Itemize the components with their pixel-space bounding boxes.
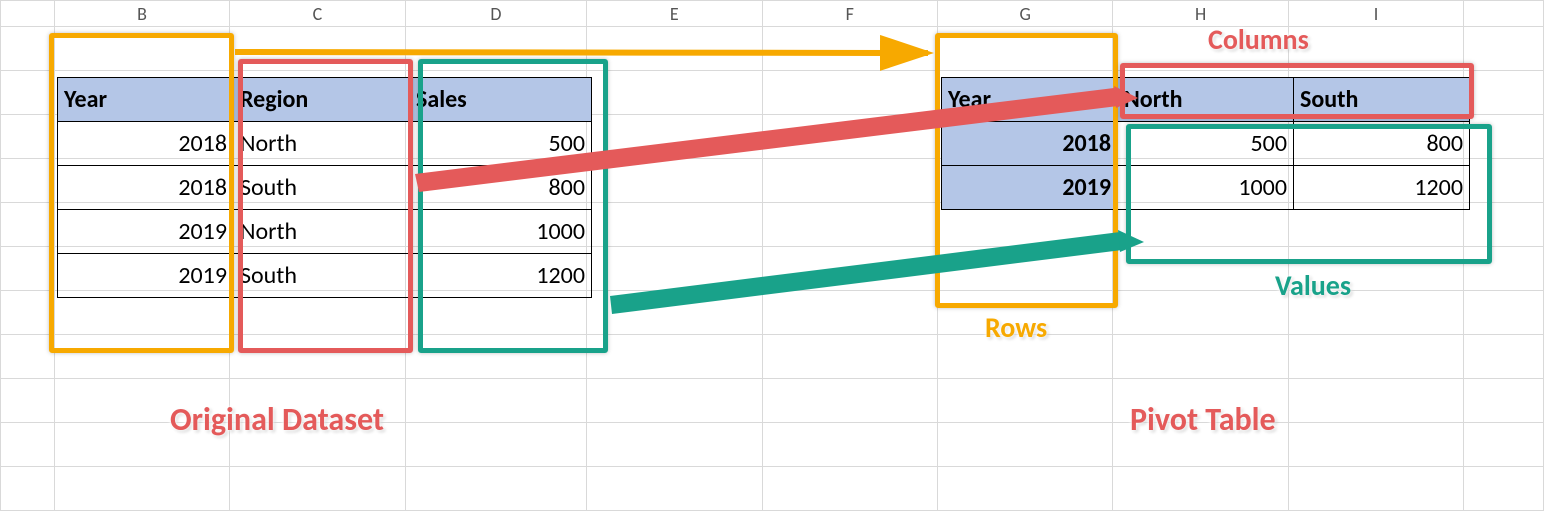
col-header[interactable]: B — [54, 1, 229, 27]
cell[interactable]: 2018 — [58, 122, 234, 166]
col-header[interactable]: F — [762, 1, 937, 27]
cell[interactable]: North — [234, 210, 410, 254]
pivot-col-header[interactable]: North — [1118, 78, 1294, 122]
pivot-row-label[interactable]: Year — [942, 78, 1118, 122]
cell[interactable]: South — [234, 166, 410, 210]
pivot-cell[interactable]: 800 — [1294, 122, 1470, 166]
pivot-row-header[interactable]: 2019 — [942, 166, 1118, 210]
col-header[interactable]: I — [1288, 1, 1463, 27]
cell[interactable]: 2019 — [58, 254, 234, 298]
source-header-sales[interactable]: Sales — [410, 78, 592, 122]
col-header[interactable]: G — [937, 1, 1112, 27]
col-header[interactable]: H — [1113, 1, 1288, 27]
pivot-col-header[interactable]: South — [1294, 78, 1470, 122]
pivot-row-header[interactable]: 2018 — [942, 122, 1118, 166]
cell[interactable]: 1200 — [410, 254, 592, 298]
pivot-table: Year North South 2018 500 800 2019 1000 … — [941, 77, 1470, 210]
cell[interactable]: South — [234, 254, 410, 298]
pivot-cell[interactable]: 1000 — [1118, 166, 1294, 210]
col-header[interactable]: E — [587, 1, 762, 27]
cell[interactable]: 2019 — [58, 210, 234, 254]
source-header-region[interactable]: Region — [234, 78, 410, 122]
cell[interactable]: North — [234, 122, 410, 166]
source-header-year[interactable]: Year — [58, 78, 234, 122]
cell[interactable]: 800 — [410, 166, 592, 210]
pivot-cell[interactable]: 1200 — [1294, 166, 1470, 210]
pivot-cell[interactable]: 500 — [1118, 122, 1294, 166]
cell[interactable]: 2018 — [58, 166, 234, 210]
source-dataset-table: Year Region Sales 2018 North 500 2018 So… — [57, 77, 592, 298]
col-header[interactable]: C — [230, 1, 405, 27]
cell[interactable]: 500 — [410, 122, 592, 166]
cell[interactable]: 1000 — [410, 210, 592, 254]
col-header[interactable]: D — [405, 1, 586, 27]
